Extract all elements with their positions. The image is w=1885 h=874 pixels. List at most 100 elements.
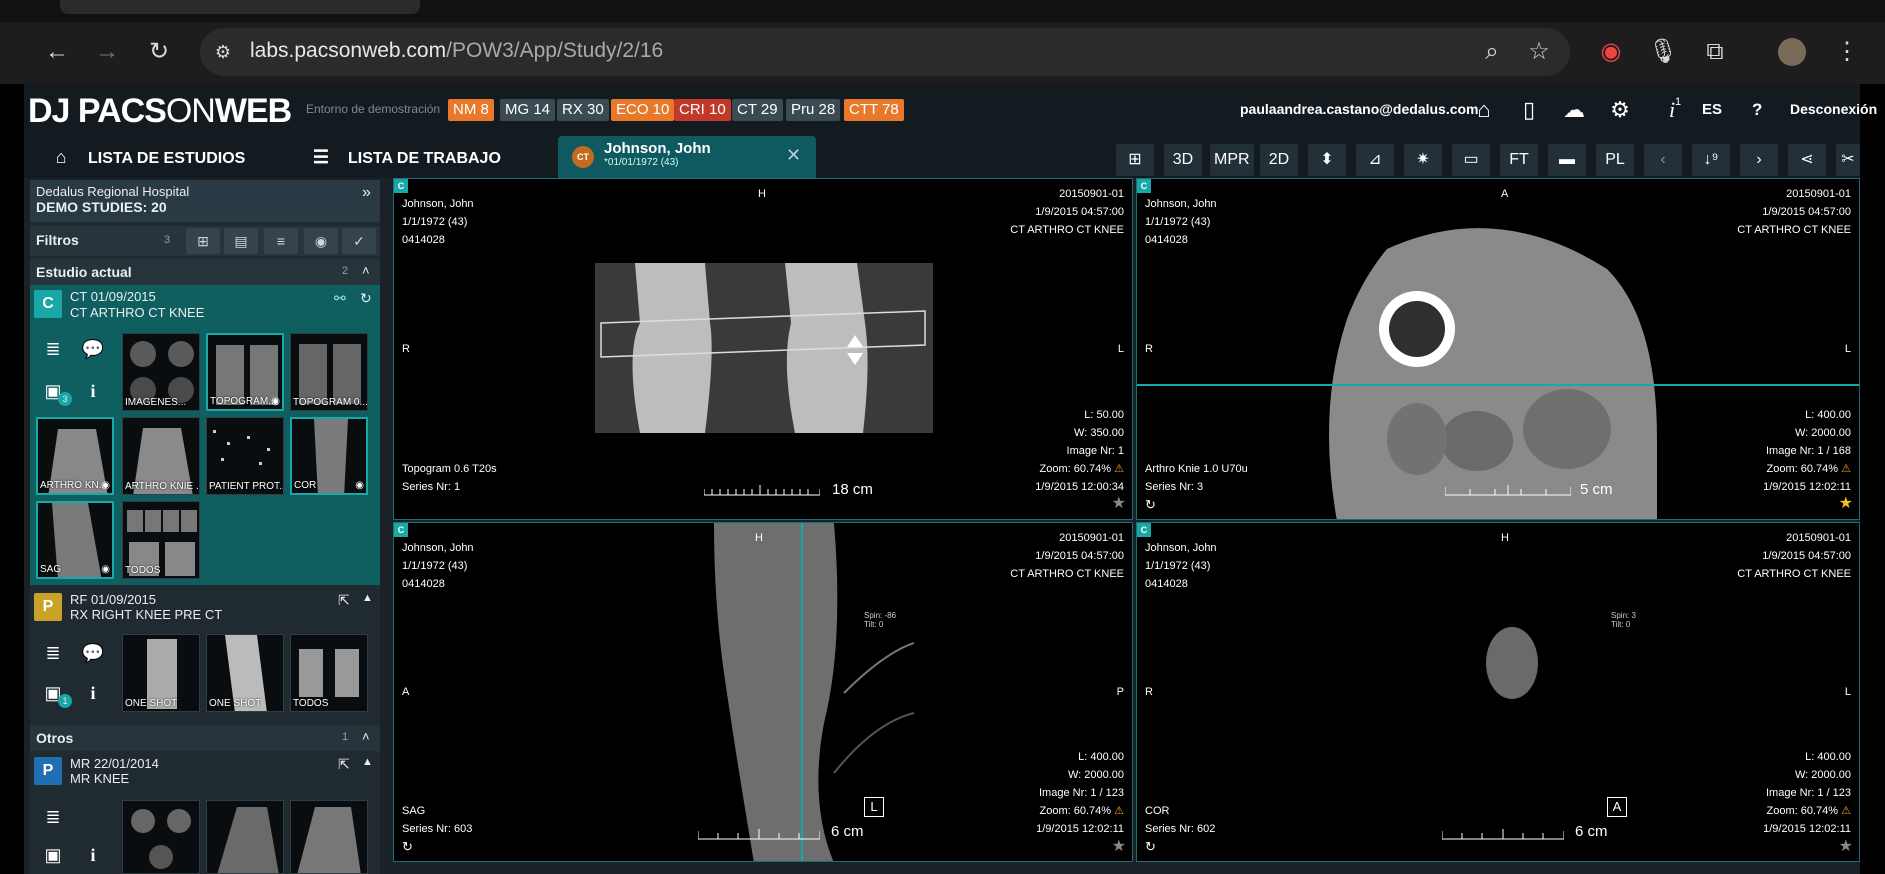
sync-icon[interactable]: ↻: [1145, 838, 1156, 856]
home-icon[interactable]: ⌂: [1470, 97, 1498, 123]
star-icon[interactable]: ★: [1839, 836, 1853, 856]
reference-line[interactable]: [801, 523, 803, 861]
help-icon[interactable]: ?: [1752, 100, 1762, 120]
series-thumbnail[interactable]: TOPOGRAM 0...: [290, 333, 368, 411]
mobile-icon[interactable]: ▯: [1515, 97, 1543, 123]
forward-icon[interactable]: →: [92, 40, 122, 64]
modality-badge[interactable]: ECO 10: [611, 99, 675, 121]
roi-rectangle-icon[interactable]: ▭: [1452, 144, 1490, 176]
brightness-icon[interactable]: ✷: [1404, 144, 1442, 176]
previous-icon[interactable]: ‹: [1644, 144, 1682, 176]
series-thumbnail[interactable]: SAG ◉: [36, 501, 114, 579]
info-icon[interactable]: i: [78, 678, 108, 708]
logout-link[interactable]: Desconexión: [1790, 101, 1877, 117]
language-selector[interactable]: ES: [1702, 101, 1722, 118]
documents-icon[interactable]: ▣: [38, 840, 68, 870]
modality-badge[interactable]: NM 8: [448, 99, 494, 121]
viewport-coronal[interactable]: C Spin: 3 Tilt: 0 Johnson, John 1/1/1972…: [1136, 522, 1860, 862]
refresh-icon[interactable]: ↻: [360, 290, 372, 307]
filter-clipboard-icon[interactable]: ▤: [224, 228, 258, 254]
series-thumbnail[interactable]: [122, 800, 200, 874]
modality-badge[interactable]: CTT 78: [844, 99, 904, 121]
filter-grid-icon[interactable]: ⊞: [186, 228, 220, 254]
star-icon[interactable]: ★: [1839, 493, 1853, 513]
modality-badge[interactable]: Pru 28: [786, 99, 841, 121]
sync-icon[interactable]: ↻: [1145, 496, 1156, 514]
collapse-icon[interactable]: ▲: [362, 592, 373, 604]
layout-grid-button[interactable]: ⊞: [1116, 144, 1154, 176]
series-thumbnail[interactable]: ARTHRO KN... ◉: [36, 417, 114, 495]
series-thumbnail[interactable]: TODOS: [122, 501, 200, 579]
series-thumbnail[interactable]: [290, 800, 368, 874]
viewport-topogram[interactable]: C Johnson, John 1/1/1972 (43) 0414028 20…: [393, 178, 1133, 520]
user-email[interactable]: paulaandrea.castano@dedalus.com: [1240, 101, 1479, 117]
series-thumbnail[interactable]: COR ◉: [290, 417, 368, 495]
browser-tab[interactable]: [60, 0, 420, 14]
open-external-icon[interactable]: ⇱: [338, 592, 350, 609]
zoom-icon[interactable]: ⌕: [1477, 40, 1507, 64]
settings-gear-icon[interactable]: ⚙: [1606, 97, 1634, 123]
next-icon[interactable]: ›: [1740, 144, 1778, 176]
comments-icon[interactable]: 💬: [78, 334, 108, 364]
close-tab-icon[interactable]: ✕: [786, 145, 801, 166]
ft-button[interactable]: FT: [1500, 144, 1538, 176]
series-thumbnail[interactable]: PATIENT PROT...: [206, 417, 284, 495]
star-icon[interactable]: ★: [1112, 836, 1126, 856]
modality-badge[interactable]: CRI 10: [674, 99, 731, 121]
measure-tool-icon[interactable]: ⊿: [1356, 144, 1394, 176]
comments-icon[interactable]: 💬: [78, 638, 108, 668]
viewport-axial[interactable]: C Johnson, John 1/1/1972 (43) 0414028 20…: [1136, 178, 1860, 520]
report-list-icon[interactable]: ≣: [38, 334, 68, 364]
2d-button[interactable]: 2D: [1260, 144, 1298, 176]
mpr-button[interactable]: MPR: [1210, 144, 1254, 176]
filter-list-icon[interactable]: ≡: [264, 228, 298, 254]
others-header[interactable]: [30, 725, 380, 751]
bookmark-star-icon[interactable]: ☆: [1524, 40, 1554, 64]
reference-line[interactable]: [1137, 384, 1859, 386]
series-thumbnail[interactable]: ARTHRO KNIE ...: [122, 417, 200, 495]
display-icon[interactable]: ▬: [1548, 144, 1586, 176]
pacsonweb-logo[interactable]: DJ PACSONWEB: [28, 92, 292, 131]
tools-icon[interactable]: ✂: [1836, 144, 1860, 176]
browser-menu-icon[interactable]: ⋮: [1832, 40, 1862, 64]
info-icon[interactable]: i: [1658, 97, 1686, 123]
report-list-icon[interactable]: ≣: [38, 802, 68, 832]
back-icon[interactable]: ←: [42, 40, 72, 64]
sort-icon[interactable]: ↓⁹: [1692, 144, 1730, 176]
tab-worklist[interactable]: ☰ LISTA DE TRABAJO: [308, 136, 501, 178]
viewport-sagittal[interactable]: C Spin: -86 Tilt: 0 Johnson, John 1/1/19…: [393, 522, 1133, 862]
info-icon[interactable]: i: [78, 840, 108, 870]
cloud-upload-icon[interactable]: ☁: [1560, 97, 1588, 123]
reload-icon[interactable]: ↻: [144, 40, 174, 64]
open-external-icon[interactable]: ⇱: [338, 756, 350, 773]
record-icon[interactable]: ◉: [1596, 40, 1626, 64]
series-thumbnail[interactable]: TOPOGRAM... ◉: [206, 333, 284, 411]
pl-button[interactable]: PL: [1596, 144, 1634, 176]
star-icon[interactable]: ★: [1112, 493, 1126, 513]
series-thumbnail[interactable]: IMAGENES...: [122, 333, 200, 411]
filter-check-icon[interactable]: ✓: [342, 228, 376, 254]
modality-badge[interactable]: CT 29: [732, 99, 783, 121]
series-thumbnail[interactable]: TODOS: [290, 634, 368, 712]
series-thumbnail[interactable]: [206, 800, 284, 874]
extensions-icon[interactable]: ⧉: [1700, 40, 1730, 64]
info-icon[interactable]: i: [78, 376, 108, 406]
3d-button[interactable]: 3D: [1164, 144, 1202, 176]
chevron-up-icon[interactable]: ˄: [362, 263, 370, 278]
modality-badge[interactable]: RX 30: [557, 99, 609, 121]
site-info-icon[interactable]: ⚙: [208, 40, 238, 64]
share-icon[interactable]: ⋖: [1788, 144, 1826, 176]
series-thumbnail[interactable]: ONE SHOT: [206, 634, 284, 712]
collapse-icon[interactable]: ▲: [362, 756, 373, 768]
series-thumbnail[interactable]: ONE SHOT: [122, 634, 200, 712]
report-list-icon[interactable]: ≣: [38, 638, 68, 668]
sync-icon[interactable]: ↻: [402, 838, 413, 856]
tab-study-list[interactable]: ⌂ LISTA DE ESTUDIOS: [48, 136, 246, 178]
chevron-up-icon[interactable]: ˄: [362, 729, 370, 744]
filter-eye-icon[interactable]: ◉: [304, 228, 338, 254]
link-icon[interactable]: ⚯: [334, 290, 346, 307]
modality-badge[interactable]: MG 14: [500, 99, 556, 121]
profile-avatar[interactable]: [1778, 38, 1806, 66]
microphone-icon[interactable]: 🎙: [1648, 40, 1678, 64]
scroll-updown-icon[interactable]: ⬍: [1308, 144, 1346, 176]
